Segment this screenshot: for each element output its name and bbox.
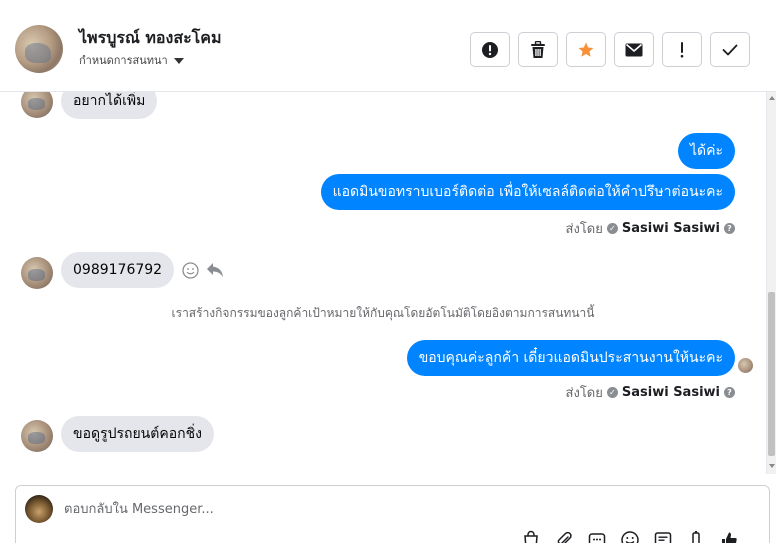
conversation-header: ไพรบูรณ์ ทองสะโคม กำหนดการสนทนา [0, 0, 776, 92]
sent-by-prefix: ส่งโดย [565, 222, 603, 237]
scroll-up-arrow-icon[interactable] [769, 96, 775, 100]
mark-done-button[interactable] [710, 32, 750, 67]
composer-toolbar [521, 530, 739, 543]
shopping-bag-icon[interactable] [521, 530, 541, 543]
page-avatar [25, 495, 53, 523]
reply-composer [15, 485, 770, 543]
like-icon[interactable] [719, 530, 739, 543]
contact-message-avatar [21, 257, 53, 289]
exclamation-icon [680, 41, 684, 57]
contact-name[interactable]: ไพรบูรณ์ ทองสะโคม [79, 26, 222, 51]
sent-by-name[interactable]: Sasiwi Sasiwi [622, 385, 720, 400]
sent-by-name[interactable]: Sasiwi Sasiwi [622, 221, 720, 236]
verified-icon: ✓ [606, 223, 618, 234]
reply-input[interactable] [64, 498, 664, 520]
help-icon[interactable]: ? [724, 223, 735, 234]
contact-message-avatar [21, 420, 53, 452]
mark-unread-button[interactable] [614, 32, 654, 67]
bot-icon[interactable] [686, 530, 706, 543]
outgoing-message[interactable]: ได้ค่ะ [677, 133, 735, 169]
contact-message-avatar [21, 92, 53, 118]
attachment-icon[interactable] [554, 530, 574, 543]
sent-by-label: ส่งโดย ✓ Sasiwi Sasiwi ? [566, 218, 735, 239]
saved-replies-icon[interactable] [587, 530, 607, 543]
incoming-message[interactable]: อยากได้เพิ่ม [61, 92, 158, 119]
sent-by-label: ส่งโดย ✓ Sasiwi Sasiwi ? [566, 382, 735, 403]
follow-up-button[interactable] [662, 32, 702, 67]
contact-avatar[interactable] [15, 25, 63, 73]
incoming-message[interactable]: ขอดูรูปรถยนต์คอกชิ่ง [61, 416, 214, 452]
help-icon[interactable]: ? [724, 387, 735, 398]
emoji-icon[interactable] [620, 530, 640, 543]
conversation-settings-label: กำหนดการสนทนา [79, 54, 168, 67]
exclamation-circle-icon [482, 41, 498, 58]
message-thread[interactable]: อยากได้เพิ่ม ได้ค่ะ แอดมินขอทราบเบอร์ติด… [0, 92, 766, 474]
star-button[interactable] [566, 32, 606, 67]
verified-icon: ✓ [606, 387, 618, 398]
system-note: เราสร้างกิจกรรมของลูกค้าเป้าหมายให้กับคุ… [171, 306, 595, 320]
scroll-down-arrow-icon[interactable] [769, 464, 775, 468]
envelope-icon [625, 43, 643, 56]
trash-icon [531, 40, 545, 58]
report-spam-button[interactable] [470, 32, 510, 67]
star-icon [578, 42, 594, 57]
conversation-settings-dropdown[interactable]: กำหนดการสนทนา [79, 51, 184, 69]
check-icon [722, 44, 738, 55]
outgoing-message[interactable]: ขอบคุณค่ะลูกค้า เดี๋ยวแอดมินประสานงานให้… [406, 340, 735, 376]
conversation-actions [470, 32, 750, 67]
reply-arrow-icon[interactable] [206, 262, 224, 278]
thread-scrollbar[interactable] [766, 92, 776, 474]
read-receipt-avatar [738, 358, 753, 373]
react-emoji-icon[interactable] [182, 262, 199, 279]
delete-button[interactable] [518, 32, 558, 67]
incoming-message[interactable]: 0989176792 [61, 252, 175, 288]
scroll-thumb[interactable] [768, 292, 775, 456]
outgoing-message[interactable]: แอดมินขอทราบเบอร์ติดต่อ เพื่อให้เซลล์ติด… [320, 174, 735, 210]
sent-by-prefix: ส่งโดย [565, 386, 603, 401]
message-template-icon[interactable] [653, 530, 673, 543]
caret-down-icon [173, 57, 184, 64]
